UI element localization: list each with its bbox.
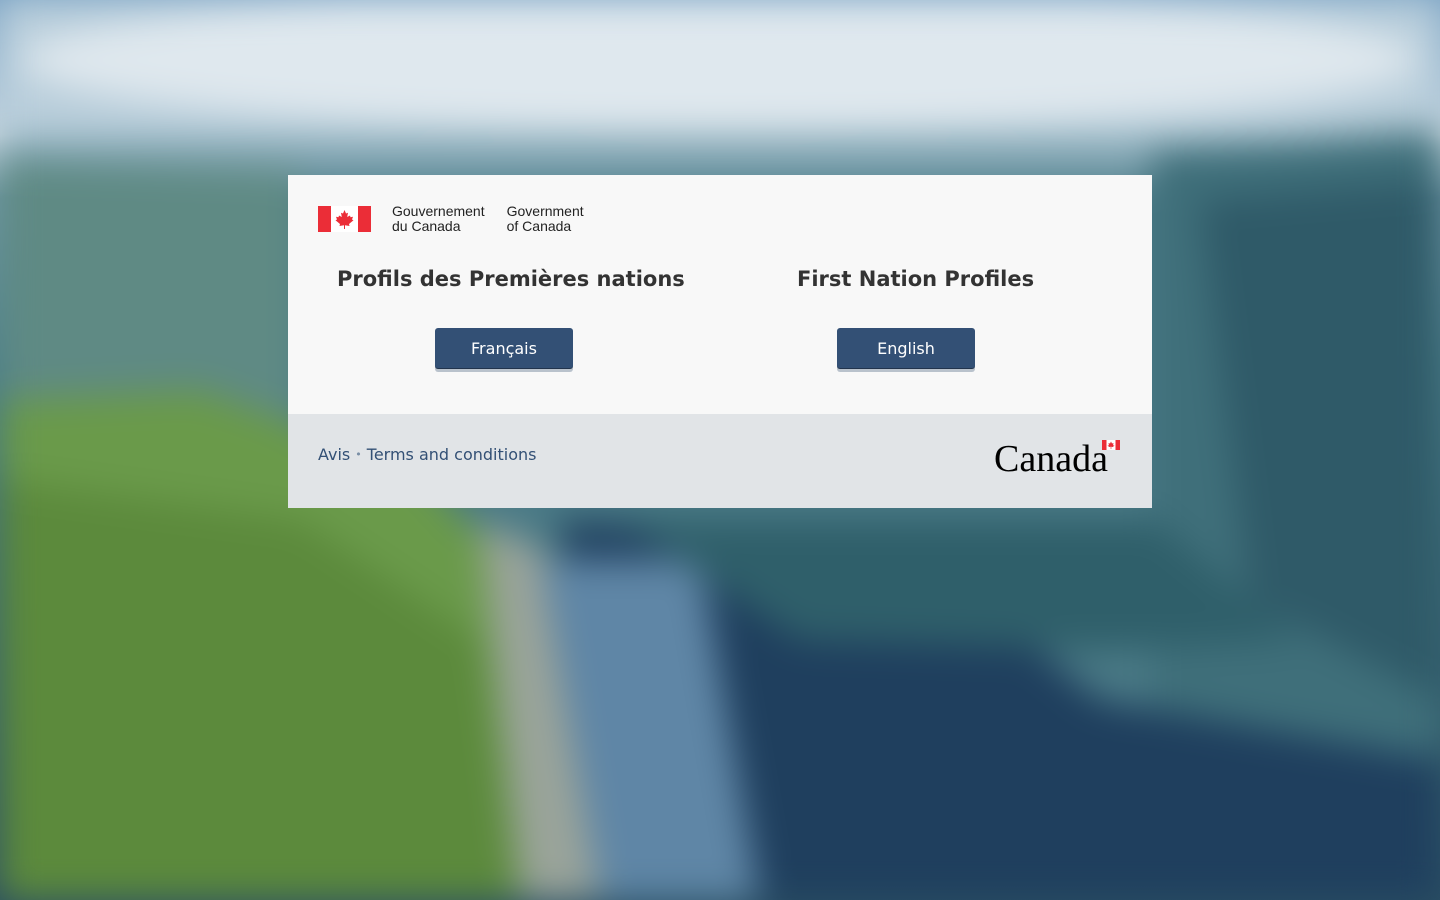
signature-en-line1: Government <box>506 203 584 219</box>
wordmark-flag-icon <box>1102 440 1120 450</box>
canada-wordmark-icon: Canada <box>994 440 1120 476</box>
title-french: Profils des Premières nations <box>337 267 685 291</box>
link-separator: • <box>355 448 362 461</box>
language-selection-card: Gouvernement du Canada Government of Can… <box>288 175 1152 508</box>
signature-french: Gouvernement du Canada <box>392 204 485 233</box>
canada-flag-icon <box>318 205 371 232</box>
terms-link[interactable]: Terms and conditions <box>367 445 537 464</box>
french-button[interactable]: Français <box>435 328 573 369</box>
footer-links: Avis • Terms and conditions <box>318 445 536 464</box>
wordmark-text: Canada <box>994 440 1108 476</box>
signature-fr-line2: du Canada <box>392 217 461 234</box>
signature-english: Government of Canada <box>507 204 584 233</box>
government-signature: Gouvernement du Canada Government of Can… <box>318 204 584 233</box>
signature-en-line2: of Canada <box>506 217 572 234</box>
title-english: First Nation Profiles <box>797 267 1035 291</box>
english-button[interactable]: English <box>837 328 975 369</box>
notices-link[interactable]: Avis <box>318 445 350 464</box>
card-footer: Avis • Terms and conditions Canada <box>288 414 1152 508</box>
card-body: Gouvernement du Canada Government of Can… <box>288 175 1152 414</box>
signature-fr-line1: Gouvernement <box>392 203 485 219</box>
